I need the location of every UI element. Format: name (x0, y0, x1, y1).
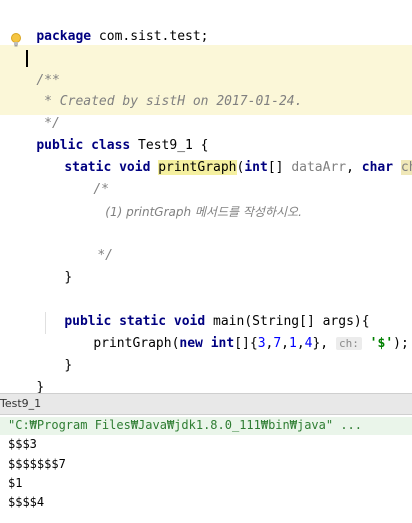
line-comment-close[interactable]: */ (66, 223, 113, 263)
line-comment-text[interactable]: (1) printGraph 메서드를 작성하시오. (90, 179, 302, 219)
param-hint-ch: ch: (335, 337, 362, 350)
doc-created: * Created by sistH on 2017-01-24. (36, 94, 303, 109)
output-line: $$$$4 (8, 495, 45, 509)
param-dataarr: dataArr (291, 160, 347, 175)
call-fn: printGraph( (93, 336, 180, 351)
type-char: char (361, 160, 394, 175)
package-keyword: package (36, 29, 92, 44)
console-command: "C:₩Program Files₩Java₩jdk1.8.0_111₩bin₩… (8, 418, 363, 432)
indent-guide (45, 312, 46, 334)
line-brace-class-end[interactable]: } (5, 355, 44, 395)
console-command-line: "C:₩Program Files₩Java₩jdk1.8.0_111₩bin₩… (0, 417, 412, 435)
package-name: com.sist.test; (91, 29, 209, 44)
type-int: int (210, 336, 235, 351)
line-method-main[interactable]: public static void main(String[] args){ (33, 289, 369, 329)
brace: } (64, 270, 73, 285)
output-line: $1 (8, 476, 23, 490)
text-caret (26, 50, 28, 67)
run-tab-label[interactable]: Test9_1 (0, 397, 41, 410)
line-call[interactable]: printGraph(new int[]{3,7,1,4}, ch: '$'); (62, 311, 409, 351)
num-2: 1 (289, 336, 297, 351)
line-brace-main-end[interactable]: } (33, 333, 72, 373)
line-brace-method-end[interactable]: } (33, 245, 72, 285)
output-line: $$$3 (8, 437, 37, 451)
num-0: 3 (257, 336, 266, 351)
line-doc-open[interactable]: /** (5, 48, 59, 88)
line-package[interactable]: package com.sist.test; (5, 4, 208, 44)
param-ch: ch (400, 160, 412, 175)
brace: } (64, 358, 73, 373)
line-method-print[interactable]: static void printGraph(int[] dataArr, ch… (33, 135, 412, 175)
type-int: int (244, 160, 268, 175)
comment-text: (1) printGraph 메서드를 작성하시오. (105, 205, 302, 219)
line-doc-created[interactable]: * Created by sistH on 2017-01-24. (5, 69, 302, 109)
method-name-printgraph: printGraph (158, 160, 237, 175)
char-literal: '$' (369, 336, 394, 351)
line-comment-open[interactable]: /* (62, 157, 109, 197)
code-editor[interactable]: package com.sist.test; /** * Created by … (0, 0, 412, 395)
new-keyword: new (179, 336, 203, 351)
output-line: $$$$$$$7 (8, 457, 66, 471)
line-class-decl[interactable]: public class Test9_1 { (5, 113, 208, 153)
run-tab-bar[interactable]: Test9_1 (0, 393, 412, 415)
num-1: 7 (273, 336, 282, 351)
line-doc-close[interactable]: */ (5, 91, 60, 131)
comment-close: */ (97, 248, 113, 263)
console-output[interactable]: "C:₩Program Files₩Java₩jdk1.8.0_111₩bin₩… (0, 415, 412, 523)
